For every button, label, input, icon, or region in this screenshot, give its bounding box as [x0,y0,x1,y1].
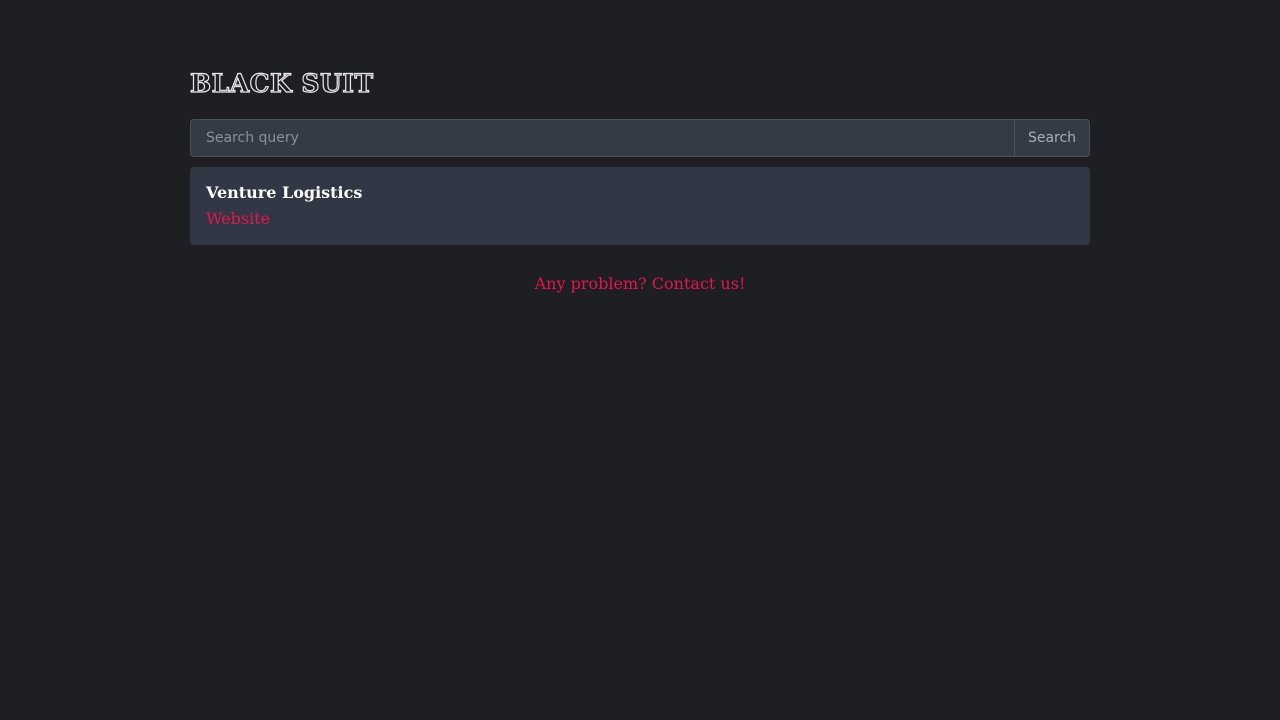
contact-section: Any problem? Contact us! [190,272,1090,296]
contact-link[interactable]: Any problem? Contact us! [535,274,746,293]
result-title: Venture Logistics [206,183,363,202]
result-website-link[interactable]: Website [206,207,1074,231]
search-button[interactable]: Search [1014,119,1090,157]
site-logo: BLACK SUIT [189,68,374,98]
search-input[interactable] [190,119,1014,157]
result-card: Venture Logistics Website [190,167,1090,245]
search-form: Search [190,119,1090,157]
